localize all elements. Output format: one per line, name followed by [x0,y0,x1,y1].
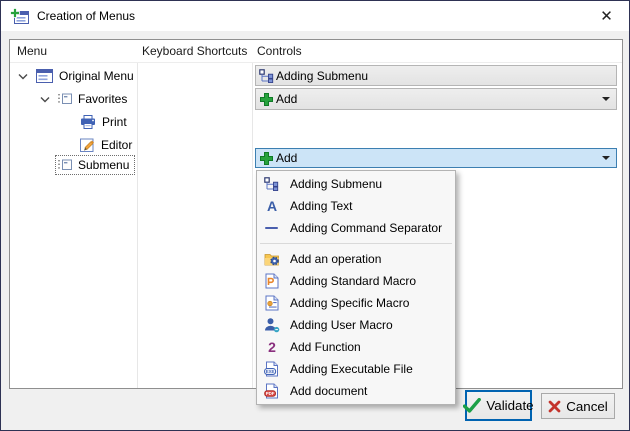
menu-item-add-document[interactable]: PDF Add document [257,380,455,402]
add-dropdown-favorites[interactable]: Add [255,88,617,110]
control-button-label: Adding Submenu [276,69,368,83]
menu-item-adding-specific-macro[interactable]: Adding Specific Macro [257,292,455,314]
menu-item-label: Adding Text [290,199,353,213]
tree-selection-focus-ring: Submenu [55,155,135,175]
function-icon: 2 [263,339,280,355]
specific-macro-page-icon [263,295,280,311]
menu-item-label: Add Function [290,340,361,354]
tree-item-label[interactable]: Favorites [78,92,127,106]
standard-macro-page-icon [263,273,280,289]
tree-item-label[interactable]: Editor [101,138,132,152]
submenu-icon [58,159,72,171]
menu-item-adding-text[interactable]: A Adding Text [257,195,455,217]
text-icon: A [263,198,280,214]
print-icon [80,115,96,129]
titlebar: Creation of Menus ✕ [1,1,629,31]
table-header: Menu Keyboard Shortcuts Controls [10,40,622,63]
svg-text:A: A [266,198,276,214]
creation-of-menus-dialog: Creation of Menus ✕ Menu Keyboard Shortc… [0,0,630,431]
validate-button[interactable]: Validate [465,390,532,421]
submenu-hierarchy-icon [259,69,274,83]
tree-item-favorites[interactable]: Favorites [10,88,280,110]
chevron-down-icon[interactable] [18,71,28,81]
menu-separator [257,239,455,248]
menu-item-label: Add an operation [290,252,381,266]
menu-item-label: Adding Specific Macro [290,296,409,310]
column-header-shortcuts[interactable]: Keyboard Shortcuts [142,44,247,58]
document-icon: PDF [263,383,280,399]
validate-button-label: Validate [486,398,533,413]
menu-icon [36,69,53,83]
dropdown-arrow-icon[interactable] [602,156,610,160]
cancel-button[interactable]: Cancel [541,393,615,419]
column-header-controls[interactable]: Controls [257,44,302,58]
cancel-button-label: Cancel [566,399,608,414]
tree-item-label[interactable]: Print [102,115,127,129]
svg-text:2: 2 [268,339,276,355]
operation-folder-gear-icon [263,252,280,267]
chevron-down-icon[interactable] [40,94,50,104]
control-button-label: Add [276,151,297,165]
menu-item-add-an-operation[interactable]: Add an operation [257,248,455,270]
check-icon [463,398,481,413]
plus-icon [259,151,274,166]
menu-item-adding-standard-macro[interactable]: Adding Standard Macro [257,270,455,292]
tree-item-print[interactable]: Print [10,111,320,133]
menu-item-adding-executable-file[interactable]: EXE Adding Executable File [257,358,455,380]
menu-item-adding-submenu[interactable]: Adding Submenu [257,173,455,195]
menu-plus-app-icon [10,8,29,25]
menu-item-label: Adding Standard Macro [290,274,416,288]
menu-item-label: Adding Command Separator [290,221,442,235]
tree-item-submenu[interactable]: Submenu [10,154,295,176]
separator-line-icon [263,220,280,236]
tree-item-label[interactable]: Submenu [78,158,129,172]
tree-item-original-menu[interactable]: Original Menu [10,65,258,87]
control-button-label: Add [276,92,297,106]
menu-item-add-function[interactable]: 2 Add Function [257,336,455,358]
executable-file-icon: EXE [263,361,280,377]
submenu-icon [58,93,72,105]
close-icon[interactable]: ✕ [584,1,629,30]
dropdown-arrow-icon[interactable] [602,97,610,101]
adding-submenu-button[interactable]: Adding Submenu [255,65,617,86]
menu-item-label: Adding Executable File [290,362,413,376]
tree-item-label[interactable]: Original Menu [59,69,134,83]
menu-item-label: Add document [290,384,367,398]
add-dropdown-submenu[interactable]: Add [255,148,617,168]
menu-item-adding-user-macro[interactable]: Adding User Macro [257,314,455,336]
x-icon [548,400,561,413]
window-title: Creation of Menus [37,9,135,23]
menu-item-adding-command-separator[interactable]: Adding Command Separator [257,217,455,239]
plus-icon [259,92,274,107]
menu-item-label: Adding User Macro [290,318,393,332]
svg-text:PDF: PDF [266,391,275,396]
menu-item-label: Adding Submenu [290,177,382,191]
editor-icon [80,138,95,152]
svg-text:EXE: EXE [266,369,275,374]
submenu-hierarchy-icon [263,177,280,191]
column-header-menu[interactable]: Menu [17,44,47,58]
user-macro-person-icon [263,317,280,333]
add-dropdown-popup-menu: Adding Submenu A Adding Text Adding Comm… [256,170,456,405]
